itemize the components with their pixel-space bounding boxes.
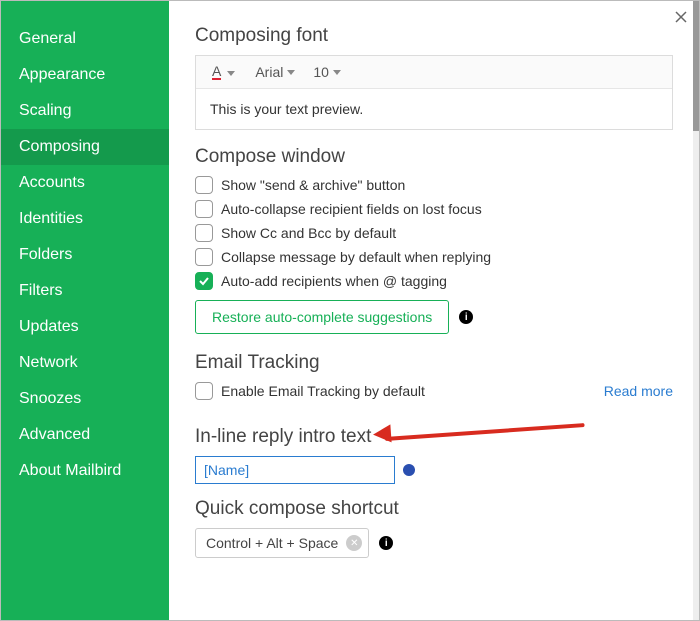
sidebar: General Appearance Scaling Composing Acc… bbox=[1, 1, 169, 620]
option-label: Collapse message by default when replyin… bbox=[221, 249, 491, 265]
chevron-down-icon bbox=[227, 71, 235, 76]
option-cc-bcc: Show Cc and Bcc by default bbox=[195, 224, 673, 242]
main-panel: Composing font A Arial 10 This is your t… bbox=[169, 1, 699, 620]
option-label: Auto-collapse recipient fields on lost f… bbox=[221, 201, 482, 217]
checkbox-cc-bcc[interactable] bbox=[195, 224, 213, 242]
sidebar-item-identities[interactable]: Identities bbox=[1, 201, 169, 237]
sidebar-item-general[interactable]: General bbox=[1, 21, 169, 57]
sidebar-item-composing[interactable]: Composing bbox=[1, 129, 169, 165]
section-title-inline-reply: In-line reply intro text bbox=[195, 426, 673, 448]
restore-row: Restore auto-complete suggestions i bbox=[195, 300, 673, 334]
shortcut-value: Control + Alt + Space bbox=[206, 535, 338, 551]
font-color-icon: A bbox=[212, 64, 221, 80]
inline-reply-input[interactable] bbox=[195, 456, 395, 484]
color-dot-icon[interactable] bbox=[403, 464, 415, 476]
read-more-link[interactable]: Read more bbox=[604, 383, 673, 399]
chevron-down-icon bbox=[287, 70, 295, 75]
quick-compose-row: Control + Alt + Space ✕ i bbox=[195, 528, 673, 558]
option-label: Auto-add recipients when @ tagging bbox=[221, 273, 447, 289]
sidebar-item-updates[interactable]: Updates bbox=[1, 309, 169, 345]
option-collapse-reply: Collapse message by default when replyin… bbox=[195, 248, 673, 266]
option-label: Enable Email Tracking by default bbox=[221, 383, 425, 399]
section-title-quick-compose: Quick compose shortcut bbox=[195, 498, 673, 520]
section-title-email-tracking: Email Tracking bbox=[195, 352, 673, 374]
font-preview: This is your text preview. bbox=[196, 89, 672, 129]
option-label: Show Cc and Bcc by default bbox=[221, 225, 396, 241]
checkbox-email-tracking[interactable] bbox=[195, 382, 213, 400]
option-auto-collapse: Auto-collapse recipient fields on lost f… bbox=[195, 200, 673, 218]
sidebar-item-network[interactable]: Network bbox=[1, 345, 169, 381]
option-send-archive: Show "send & archive" button bbox=[195, 176, 673, 194]
option-auto-add-recipients: Auto-add recipients when @ tagging bbox=[195, 272, 673, 290]
checkbox-collapse-reply[interactable] bbox=[195, 248, 213, 266]
sidebar-item-accounts[interactable]: Accounts bbox=[1, 165, 169, 201]
sidebar-item-snoozes[interactable]: Snoozes bbox=[1, 381, 169, 417]
info-icon[interactable]: i bbox=[459, 310, 473, 324]
font-toolbar: A Arial 10 bbox=[196, 56, 672, 89]
scrollbar-track[interactable] bbox=[693, 1, 699, 620]
checkbox-auto-add-recipients[interactable] bbox=[195, 272, 213, 290]
info-icon[interactable]: i bbox=[379, 536, 393, 550]
scrollbar-thumb[interactable] bbox=[693, 1, 699, 131]
chevron-down-icon bbox=[333, 70, 341, 75]
inline-reply-row bbox=[195, 456, 673, 484]
sidebar-item-filters[interactable]: Filters bbox=[1, 273, 169, 309]
sidebar-item-appearance[interactable]: Appearance bbox=[1, 57, 169, 93]
sidebar-item-scaling[interactable]: Scaling bbox=[1, 93, 169, 129]
checkbox-auto-collapse[interactable] bbox=[195, 200, 213, 218]
restore-autocomplete-button[interactable]: Restore auto-complete suggestions bbox=[195, 300, 449, 334]
font-size-value: 10 bbox=[313, 64, 329, 80]
font-family-select[interactable]: Arial bbox=[251, 62, 299, 82]
font-box: A Arial 10 This is your text preview. bbox=[195, 55, 673, 130]
section-title-composing-font: Composing font bbox=[195, 25, 673, 47]
check-icon bbox=[198, 275, 210, 287]
settings-window: General Appearance Scaling Composing Acc… bbox=[0, 0, 700, 621]
sidebar-item-folders[interactable]: Folders bbox=[1, 237, 169, 273]
font-family-value: Arial bbox=[255, 64, 283, 80]
email-tracking-row: Enable Email Tracking by default Read mo… bbox=[195, 382, 673, 400]
shortcut-field[interactable]: Control + Alt + Space ✕ bbox=[195, 528, 369, 558]
section-title-compose-window: Compose window bbox=[195, 146, 673, 168]
sidebar-item-about[interactable]: About Mailbird bbox=[1, 453, 169, 489]
option-label: Show "send & archive" button bbox=[221, 177, 405, 193]
clear-shortcut-button[interactable]: ✕ bbox=[346, 535, 362, 551]
checkbox-send-archive[interactable] bbox=[195, 176, 213, 194]
font-size-select[interactable]: 10 bbox=[309, 62, 345, 82]
font-color-picker[interactable]: A bbox=[206, 64, 241, 80]
sidebar-item-advanced[interactable]: Advanced bbox=[1, 417, 169, 453]
